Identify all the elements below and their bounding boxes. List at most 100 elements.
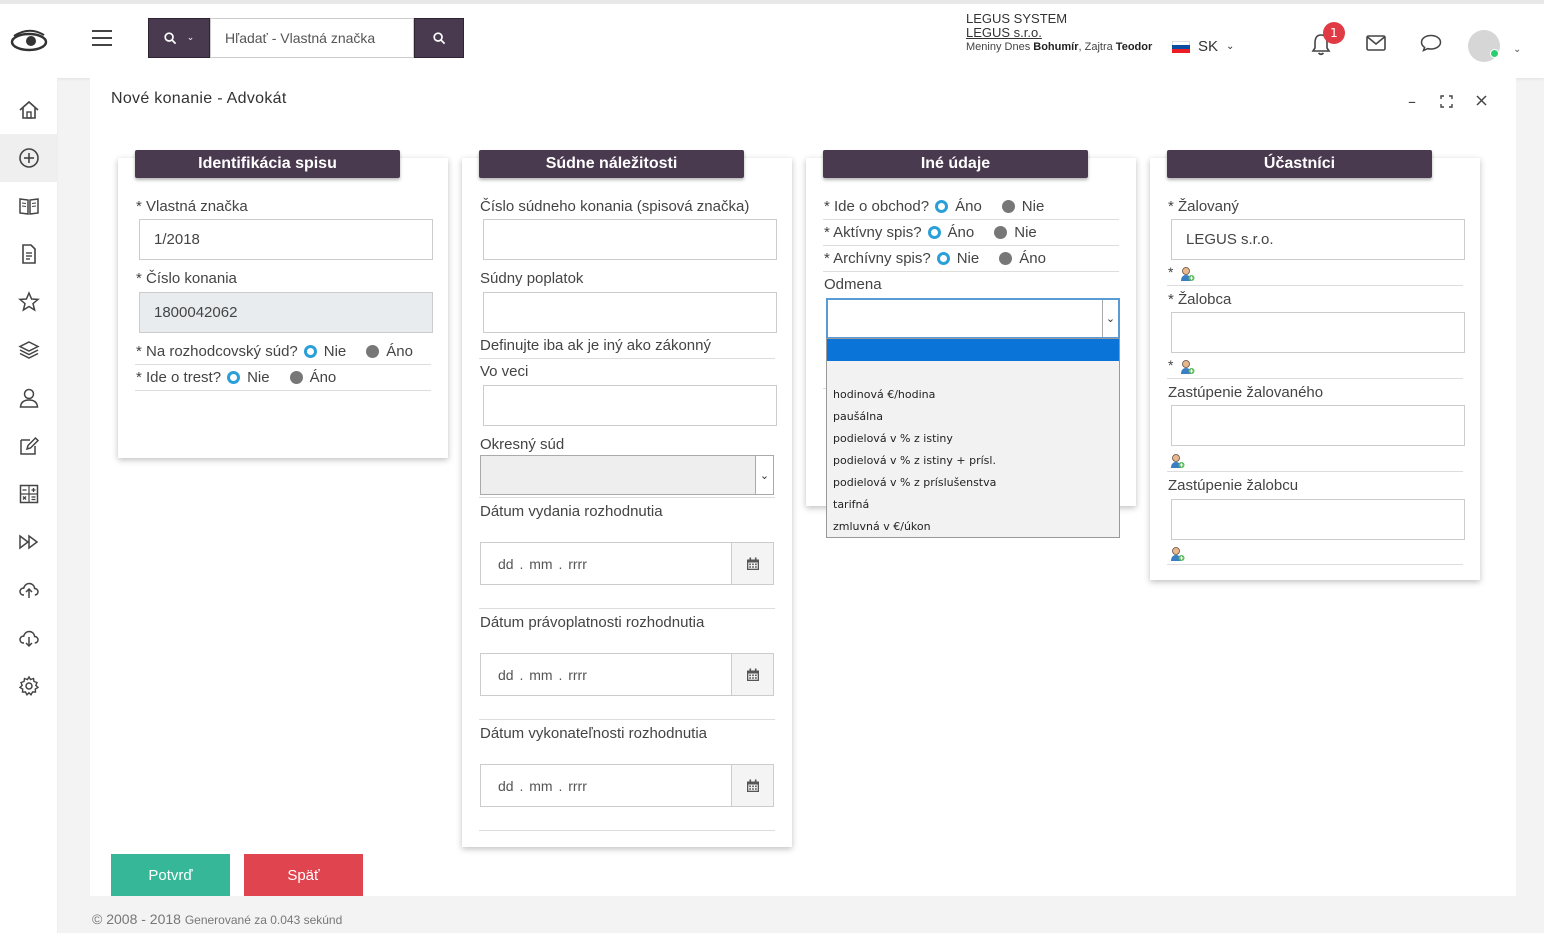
dropdown-option[interactable]: podielová v % z istiny	[827, 427, 1119, 449]
divider	[479, 358, 775, 359]
calendar-icon[interactable]	[731, 765, 773, 806]
sidebar-item-download[interactable]	[0, 614, 58, 662]
add-user-icon[interactable]	[1170, 546, 1185, 562]
sidebar-item-upload[interactable]	[0, 566, 58, 614]
minimize-icon[interactable]: –	[1408, 92, 1416, 111]
vlastna-znacka-input[interactable]: 1/2018	[139, 219, 433, 260]
zalovany-input[interactable]: LEGUS s.r.o.	[1171, 219, 1465, 260]
dropdown-option[interactable]: tarifná	[827, 493, 1119, 515]
sidebar-item-edit[interactable]	[0, 422, 58, 470]
datum-vydania-label: Dátum vydania rozhodnutia	[480, 503, 663, 520]
divider	[135, 364, 431, 365]
document-icon	[22, 244, 36, 264]
language-selector[interactable]: SK ⌄	[1172, 38, 1234, 55]
sudny-poplatok-input[interactable]	[483, 292, 777, 333]
dropdown-option[interactable]: hodinová €/hodina	[827, 383, 1119, 405]
datum-vykonatelnosti-input[interactable]: dd . mm . rrrr	[480, 764, 774, 807]
close-icon[interactable]	[1476, 95, 1487, 106]
search-type-dropdown[interactable]: ⌄	[148, 18, 210, 58]
search-input[interactable]: Hľadať - Vlastná značka	[210, 18, 414, 58]
forward-icon	[19, 534, 39, 550]
odmena-select[interactable]: ⌄	[826, 298, 1120, 339]
radio-trest-nie[interactable]	[227, 371, 241, 384]
dropdown-option[interactable]	[827, 361, 1119, 383]
card-sudne: Súdne náležitosti Číslo súdneho konania …	[462, 150, 792, 847]
chevron-down-icon: ⌄	[1226, 41, 1235, 52]
radio-trest-ano-label: Áno	[309, 369, 337, 386]
radio-aktivny-nie[interactable]	[994, 226, 1008, 239]
add-user-icon[interactable]	[1180, 266, 1195, 282]
aktivny-row: * Aktívny spis? Áno Nie	[824, 224, 1037, 241]
search-button[interactable]	[414, 18, 464, 58]
gear-icon	[18, 675, 40, 696]
vo-veci-input[interactable]	[483, 385, 777, 426]
card-ine-heading: Iné údaje	[823, 150, 1088, 178]
radio-aktivny-nie-label: Nie	[1014, 224, 1037, 241]
chevron-down-icon[interactable]: ⌄	[1513, 44, 1521, 55]
card-identifikacia-heading: Identifikácia spisu	[135, 150, 400, 178]
calendar-icon[interactable]	[731, 543, 773, 584]
archivny-label: * Archívny spis?	[824, 250, 931, 267]
dropdown-option[interactable]: zmluvná v €/úkon	[827, 515, 1119, 537]
sidebar	[0, 78, 58, 933]
divider	[823, 245, 1119, 246]
sidebar-item-document[interactable]	[0, 230, 58, 278]
company-link[interactable]: LEGUS s.r.o.	[966, 26, 1152, 40]
mail-icon[interactable]	[1366, 35, 1386, 51]
radio-obchod-ano[interactable]	[935, 200, 949, 213]
calendar-icon[interactable]	[731, 654, 773, 695]
divider	[1167, 471, 1463, 472]
datum-pravoplatnosti-label: Dátum právoplatnosti rozhodnutia	[480, 614, 705, 631]
zastupenie-zalobcu-label: Zastúpenie žalobcu	[1168, 477, 1299, 494]
chevron-down-icon: ⌄	[1102, 300, 1118, 337]
sidebar-item-forward[interactable]	[0, 518, 58, 566]
zastupenie-zalovaneho-label: Zastúpenie žalovaného	[1168, 384, 1324, 401]
edit-icon	[20, 436, 40, 455]
dropdown-option[interactable]: paušálna	[827, 405, 1119, 427]
divider	[135, 390, 431, 391]
add-circle-icon	[19, 148, 39, 168]
chevron-down-icon: ⌄	[186, 33, 195, 43]
sidebar-item-layers[interactable]	[0, 326, 58, 374]
add-user-icon[interactable]	[1180, 359, 1195, 375]
zastupenie-zalobcu-input[interactable]	[1171, 499, 1465, 540]
maximize-icon[interactable]	[1440, 95, 1453, 108]
radio-archivny-nie[interactable]	[936, 252, 950, 265]
required-mark: *	[1168, 357, 1174, 373]
radio-obchod-ano-label: Áno	[955, 198, 982, 215]
radio-rozhod-nie[interactable]	[303, 345, 317, 358]
divider	[479, 497, 775, 498]
date-placeholder: dd . mm . rrrr	[498, 777, 587, 794]
calculator-icon	[19, 484, 39, 504]
radio-aktivny-ano[interactable]	[927, 226, 941, 239]
datum-vydania-input[interactable]: dd . mm . rrrr	[480, 542, 774, 585]
sidebar-item-add[interactable]	[0, 134, 58, 182]
cislo-konania-input: 1800042062	[139, 292, 433, 333]
sidebar-item-settings[interactable]	[0, 662, 58, 710]
add-user-icon[interactable]	[1170, 453, 1185, 469]
dropdown-option[interactable]: podielová v % z príslušenstva	[827, 471, 1119, 493]
dropdown-option[interactable]: podielová v % z istiny + prísl.	[827, 449, 1119, 471]
sidebar-item-calculator[interactable]	[0, 470, 58, 518]
zastupenie-zalovaneho-input[interactable]	[1171, 405, 1465, 446]
sidebar-item-book[interactable]	[0, 182, 58, 230]
radio-archivny-nie-label: Nie	[956, 250, 980, 267]
logo[interactable]	[10, 26, 48, 56]
back-button[interactable]: Späť	[244, 854, 363, 896]
radio-trest-ano[interactable]	[289, 371, 303, 384]
radio-rozhod-ano[interactable]	[366, 345, 380, 358]
okresny-sud-select[interactable]: ⌄	[480, 455, 774, 495]
sidebar-item-home[interactable]	[0, 86, 58, 134]
zalobca-input[interactable]	[1171, 312, 1465, 353]
dropdown-option[interactable]	[827, 339, 1119, 361]
datum-pravoplatnosti-input[interactable]: dd . mm . rrrr	[480, 653, 774, 696]
cislo-sudneho-input[interactable]	[483, 219, 777, 260]
radio-archivny-ano[interactable]	[999, 252, 1013, 265]
chat-icon[interactable]	[1420, 34, 1442, 52]
sidebar-item-users[interactable]	[0, 374, 58, 422]
radio-obchod-nie[interactable]	[1001, 200, 1015, 213]
divider	[479, 719, 775, 720]
confirm-button[interactable]: Potvrď	[111, 854, 230, 896]
menu-toggle-icon[interactable]	[92, 30, 112, 46]
sidebar-item-favorites[interactable]	[0, 278, 58, 326]
